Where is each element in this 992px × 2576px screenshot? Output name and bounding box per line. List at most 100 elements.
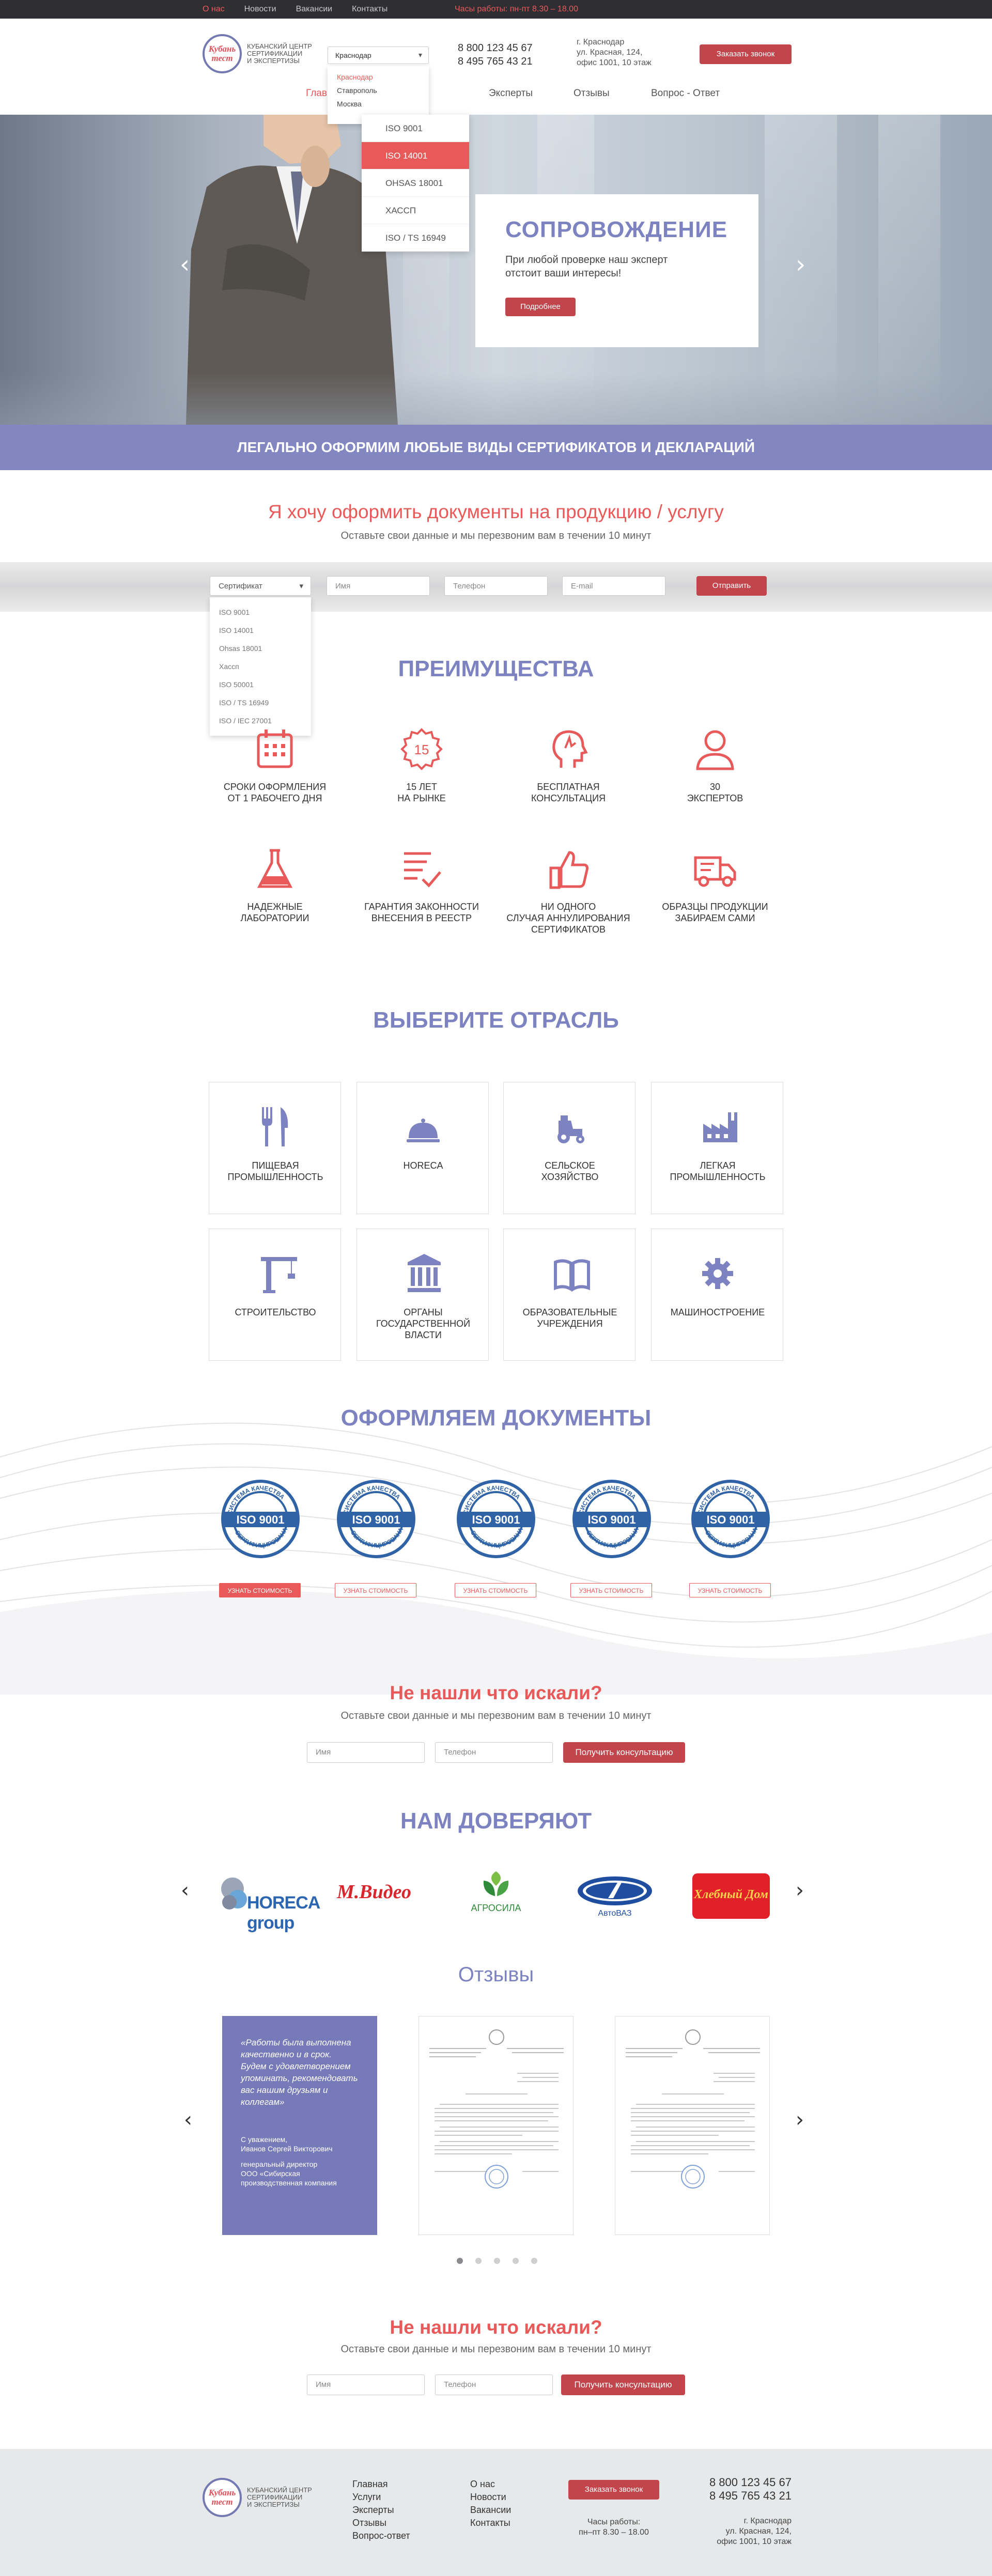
agrosila-logo-icon [483, 1871, 509, 1896]
certificate-option[interactable]: Ohsas 18001 [210, 640, 311, 658]
city-option[interactable]: Ставрополь [328, 84, 429, 97]
slide-card: СОПРОВОЖДЕНИЕ При любой проверке наш экс… [475, 194, 758, 347]
clients-prev-arrow[interactable]: ‹ [181, 1879, 189, 1902]
top-nav-about[interactable]: О нас [203, 5, 225, 14]
phone-input[interactable]: Телефон [444, 576, 548, 596]
certificate-select[interactable]: Сертификат ▾ [210, 576, 311, 596]
nav-experts[interactable]: Эксперты [489, 88, 574, 99]
more-button[interactable]: Подробнее [505, 298, 576, 316]
submit-button[interactable]: Отправить [696, 576, 767, 596]
pagination-dot[interactable] [475, 2258, 482, 2264]
pagination-dot[interactable] [531, 2258, 537, 2264]
letter-scan-image [429, 2029, 564, 2189]
footer-logo[interactable]: Кубань тест КУБАНСКИЙ ЦЕНТР СЕРТИФИКАЦИИ… [203, 2478, 312, 2517]
city-select[interactable]: Краснодар [328, 46, 429, 64]
reviews-prev-arrow[interactable]: ‹ [184, 2108, 192, 2132]
industry-card-construction[interactable]: СТРОИТЕЛЬСТВО [209, 1229, 341, 1361]
footer-link[interactable]: Услуги [352, 2491, 410, 2504]
top-nav-news[interactable]: Новости [244, 5, 276, 14]
pagination-dot[interactable] [494, 2258, 500, 2264]
consult2-phone-input[interactable]: Телефон [435, 2375, 553, 2395]
review-letter-scan[interactable] [615, 2016, 770, 2235]
footer-link[interactable]: О нас [470, 2478, 511, 2491]
consult-phone-input[interactable]: Телефон [435, 1742, 553, 1763]
factory-icon [703, 1112, 737, 1142]
iso-badge-text: ISO 9001 [352, 1513, 400, 1526]
industry-card-education[interactable]: ОБРАЗОВАТЕЛЬНЫЕ УЧРЕЖДЕНИЯ [503, 1229, 636, 1361]
footer-link[interactable]: Новости [470, 2491, 511, 2504]
industry-card-agriculture[interactable]: СЕЛЬСКОЕ ХОЗЯЙСТВО [503, 1082, 636, 1214]
certificate-option[interactable]: ISO 14001 [210, 622, 311, 640]
advantage-label: СЛУЧАЯ АННУЛИРОВАНИЯ [506, 913, 630, 923]
footer-link[interactable]: Контакты [470, 2517, 511, 2530]
industry-label: ГОСУДАРСТВЕННОЙ [376, 1318, 471, 1329]
footer-link[interactable]: Вакансии [470, 2504, 511, 2517]
client-logo-avtovaz: АвтоВАЗ [574, 1875, 656, 1922]
phone-2[interactable]: 8 495 765 43 21 [672, 2489, 792, 2503]
signature-line: Иванов Сергей Викторович [241, 2145, 333, 2153]
hours-line: пн–пт 8.30 – 18.00 [579, 2528, 649, 2537]
certificate-option[interactable]: ISO 9001 [210, 603, 311, 622]
footer-link[interactable]: Главная [352, 2478, 410, 2491]
gear-icon [702, 1258, 733, 1289]
iso-option[interactable]: ISO / TS 16949 [362, 224, 469, 252]
city-option[interactable]: Москва [328, 97, 429, 111]
clients-next-arrow[interactable]: › [796, 1879, 804, 1902]
footer-link[interactable]: Вопрос-ответ [352, 2530, 410, 2542]
consult2-button[interactable]: Получить консультацию [561, 2375, 685, 2395]
name-input[interactable]: Имя [327, 576, 430, 596]
industry-card-light-industry[interactable]: ЛЕГКАЯ ПРОМЫШЛЕННОСТЬ [651, 1082, 783, 1214]
top-nav-vacancies[interactable]: Вакансии [296, 5, 333, 14]
footer-nav-company: О нас Новости Вакансии Контакты [470, 2478, 511, 2530]
price-button[interactable]: УЗНАТЬ СТОИМОСТЬ [455, 1583, 536, 1597]
iso-badge-text: ISO 9001 [588, 1513, 636, 1526]
advantage-label: 30 [709, 782, 721, 792]
logo-mark: Кубань тест [203, 2478, 242, 2517]
price-button[interactable]: УЗНАТЬ СТОИМОСТЬ [570, 1583, 652, 1597]
logo-mark: Кубань тест [203, 34, 242, 73]
phone-1[interactable]: 8 800 123 45 67 [672, 2476, 792, 2489]
iso-option[interactable]: OHSAS 18001 [362, 169, 469, 197]
footer-link[interactable]: Эксперты [352, 2504, 410, 2517]
phone-1[interactable]: 8 800 123 45 67 [458, 41, 533, 55]
industry-card-food[interactable]: ПИЩЕВАЯ ПРОМЫШЛЕННОСТЬ [209, 1082, 341, 1214]
advantage-item: СРОКИ ОФОРМЛЕНИЯ ОТ 1 РАБОЧЕГО ДНЯ [208, 727, 342, 804]
price-button[interactable]: УЗНАТЬ СТОИМОСТЬ [219, 1583, 301, 1597]
footer-call-button[interactable]: Заказать звонок [568, 2480, 659, 2500]
reviews-next-arrow[interactable]: › [796, 2108, 804, 2132]
slider-next-arrow[interactable]: › [796, 250, 805, 279]
header-address: г. Краснодар ул. Красная, 124, офис 1001… [577, 37, 652, 68]
advantage-label: ЭКСПЕРТОВ [687, 793, 743, 803]
iso-option[interactable]: ISO 14001 [362, 142, 469, 169]
phone-2[interactable]: 8 495 765 43 21 [458, 55, 533, 68]
pagination-dot[interactable] [457, 2258, 463, 2264]
order-call-button[interactable]: Заказать звонок [700, 44, 792, 64]
industry-label: УЧРЕЖДЕНИЯ [537, 1318, 603, 1329]
certificate-option[interactable]: ISO / TS 16949 [210, 694, 311, 712]
iso-option[interactable]: ХАССП [362, 197, 469, 224]
header-phones: 8 800 123 45 67 8 495 765 43 21 [458, 41, 533, 68]
industry-label: ЛЕГКАЯ [700, 1160, 736, 1171]
logo[interactable]: Кубань тест КУБАНСКИЙ ЦЕНТР СЕРТИФИКАЦИИ… [203, 34, 312, 73]
client-logo-agrosila: АГРОСИЛА [460, 1870, 532, 1922]
top-nav-contacts[interactable]: Контакты [352, 5, 388, 14]
industry-card-government[interactable]: ОРГАНЫ ГОСУДАРСТВЕННОЙ ВЛАСТИ [357, 1229, 489, 1361]
slider-prev-arrow[interactable]: ‹ [180, 250, 190, 279]
industry-label: ХОЗЯЙСТВО [541, 1172, 599, 1182]
footer-link[interactable]: Отзывы [352, 2517, 410, 2530]
consult2-name-input[interactable]: Имя [307, 2375, 425, 2395]
city-option[interactable]: Краснодар [328, 70, 429, 84]
pagination-dot[interactable] [513, 2258, 519, 2264]
email-input[interactable]: E-mail [562, 576, 665, 596]
review-letter-scan[interactable] [419, 2016, 574, 2235]
price-button[interactable]: УЗНАТЬ СТОИМОСТЬ [689, 1583, 771, 1597]
nav-faq[interactable]: Вопрос - Ответ [651, 88, 720, 99]
consult-name-input[interactable]: Имя [307, 1742, 425, 1763]
price-button[interactable]: УЗНАТЬ СТОИМОСТЬ [335, 1583, 416, 1597]
consult-button[interactable]: Получить консультацию [563, 1742, 685, 1763]
nav-reviews[interactable]: Отзывы [574, 88, 651, 99]
iso-badge-text: ISO 9001 [707, 1513, 755, 1526]
iso-option[interactable]: ISO 9001 [362, 115, 469, 142]
industry-card-machinery[interactable]: МАШИНОСТРОЕНИЕ [651, 1229, 783, 1361]
industry-card-horeca[interactable]: HORECA [357, 1082, 489, 1214]
